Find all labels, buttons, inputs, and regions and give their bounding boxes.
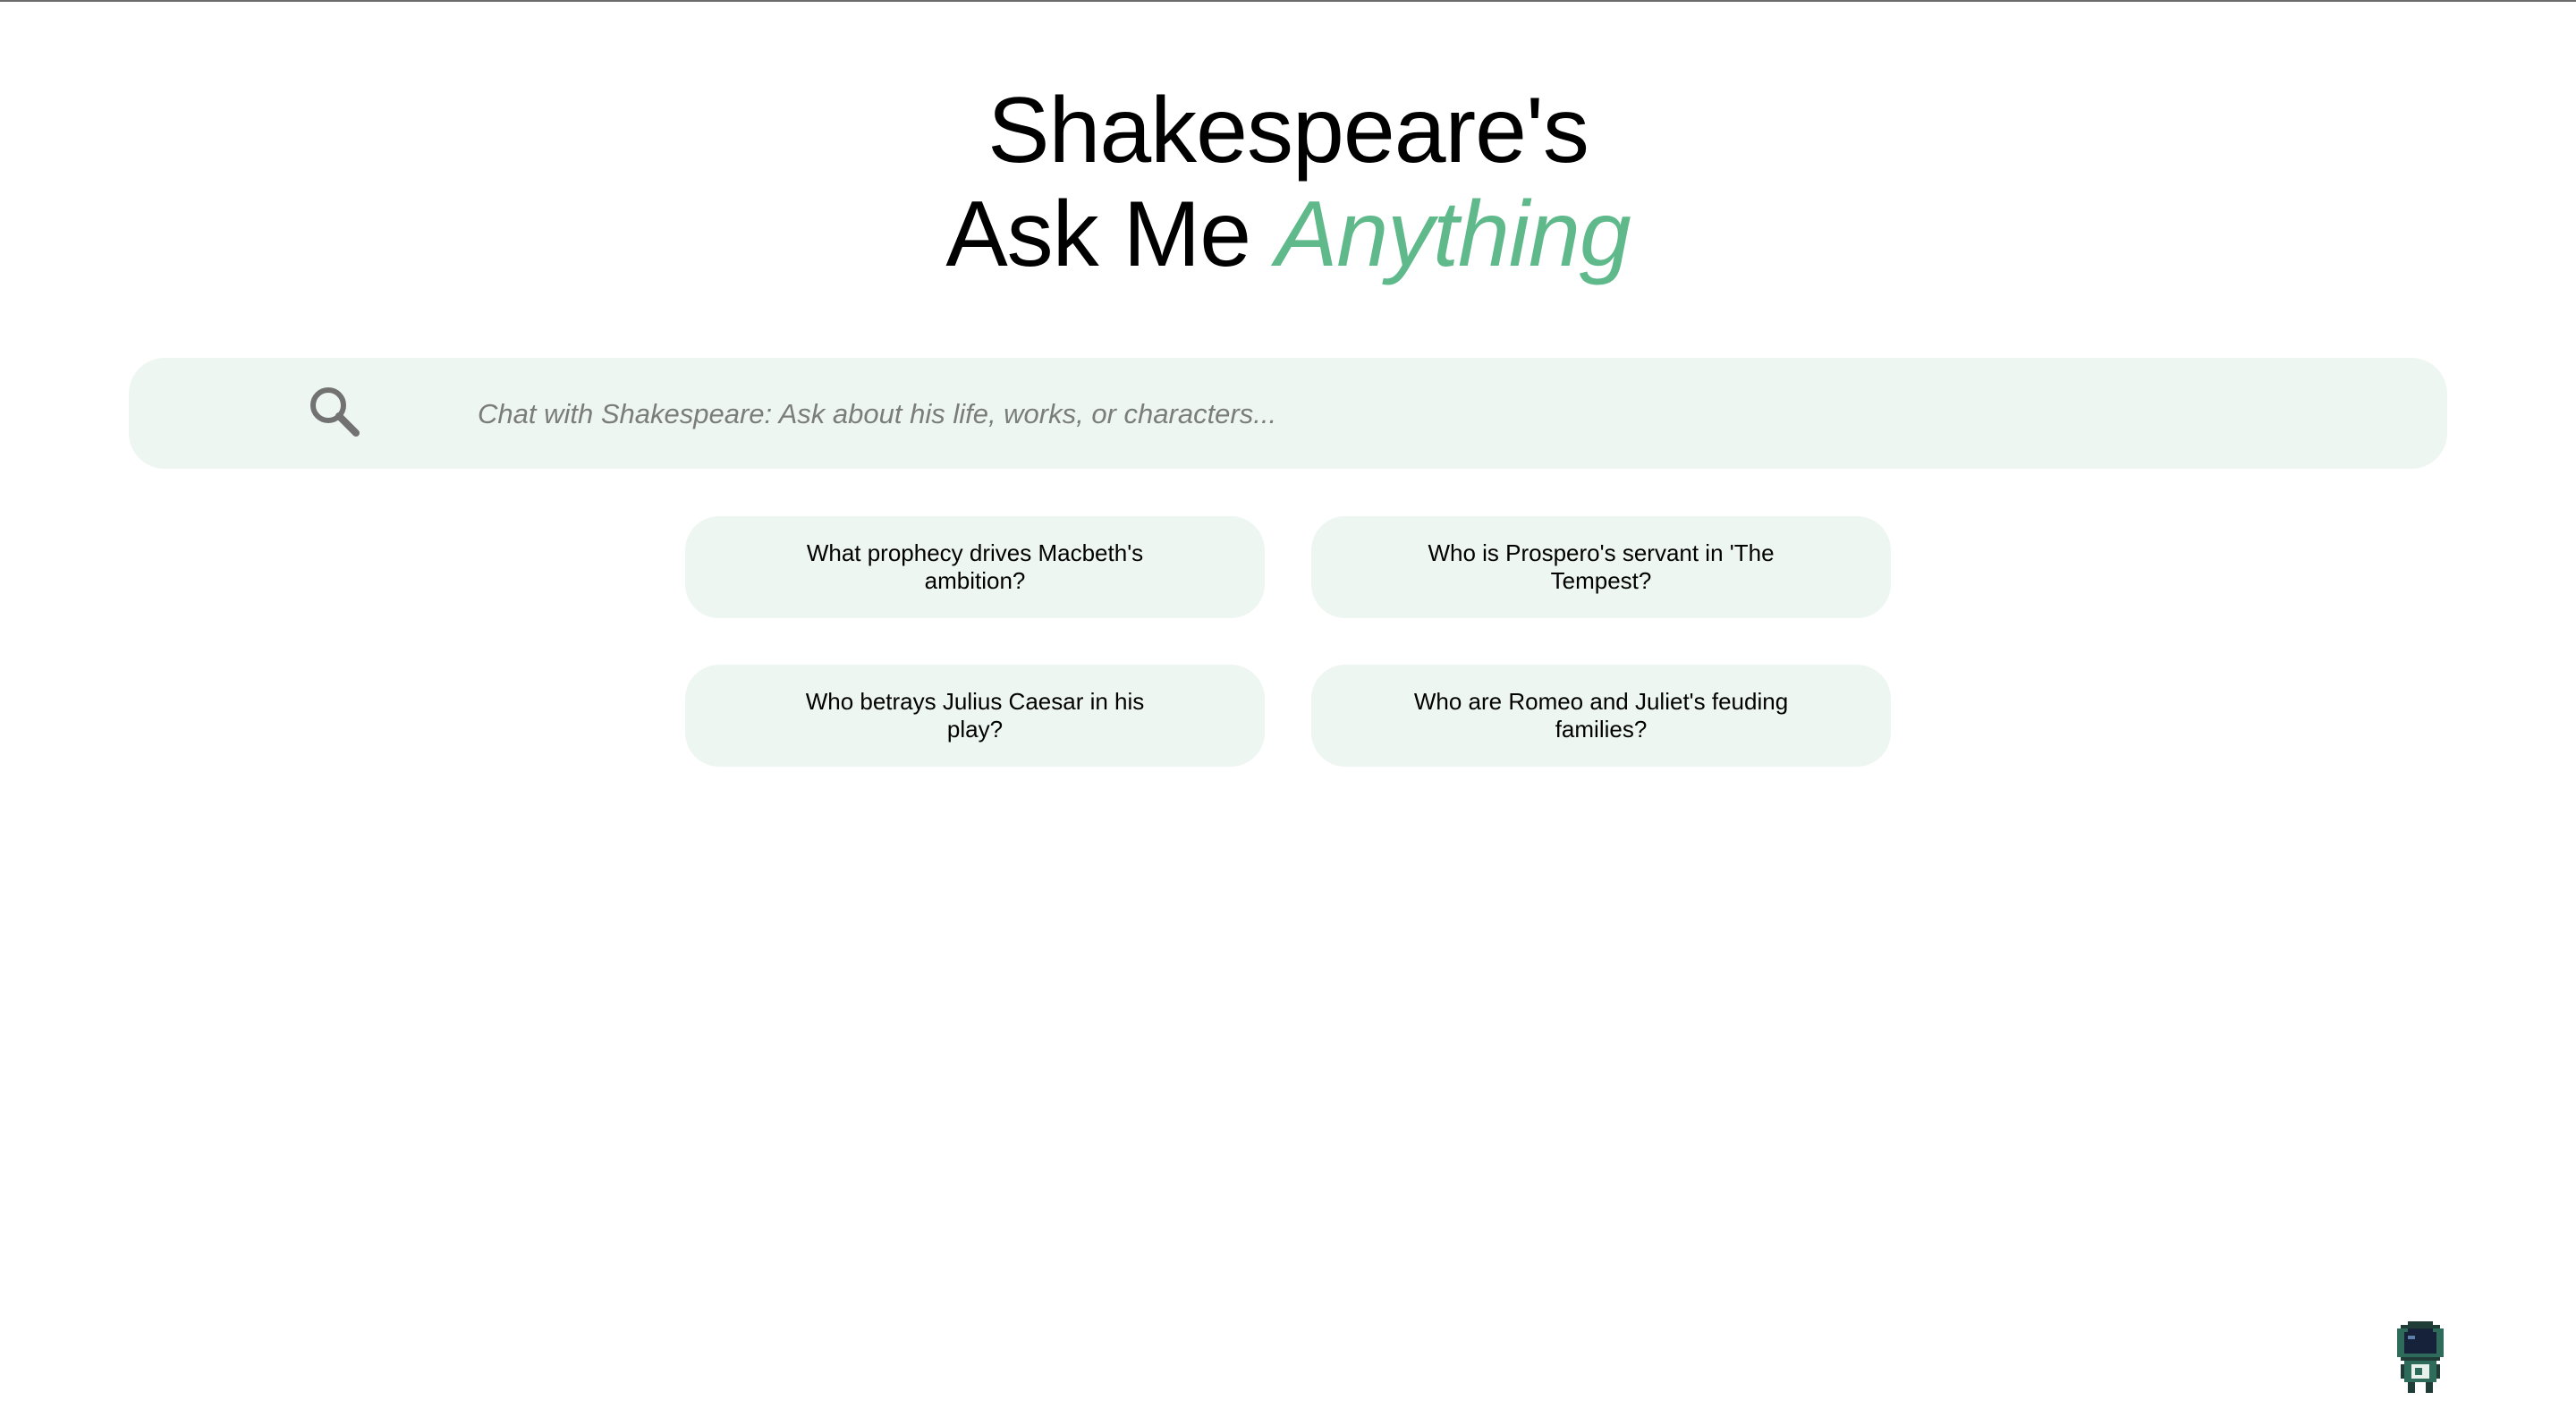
title-plain-text: Ask Me <box>945 182 1275 286</box>
title-line-2: Ask Me Anything <box>0 182 2576 286</box>
title-line-1: Shakespeare's <box>987 79 1589 182</box>
search-input[interactable] <box>465 377 2415 452</box>
suggestion-prospero-servant[interactable]: Who is Prospero's servant in 'The Tempes… <box>1311 516 1891 618</box>
astronaut-mascot-icon[interactable] <box>2394 1321 2447 1393</box>
title-accent-text: Anything <box>1275 182 1631 286</box>
suggestion-macbeth-prophecy[interactable]: What prophecy drives Macbeth's ambition? <box>685 516 1265 618</box>
suggestion-caesar-betrayal[interactable]: Who betrays Julius Caesar in his play? <box>685 665 1265 767</box>
page-title: Shakespeare's Ask Me Anything <box>0 79 2576 286</box>
app-page: Shakespeare's Ask Me Anything What proph… <box>0 0 2576 1426</box>
suggestion-romeo-juliet-families[interactable]: Who are Romeo and Juliet's feuding famil… <box>1311 665 1891 767</box>
search-icon[interactable] <box>306 383 363 440</box>
